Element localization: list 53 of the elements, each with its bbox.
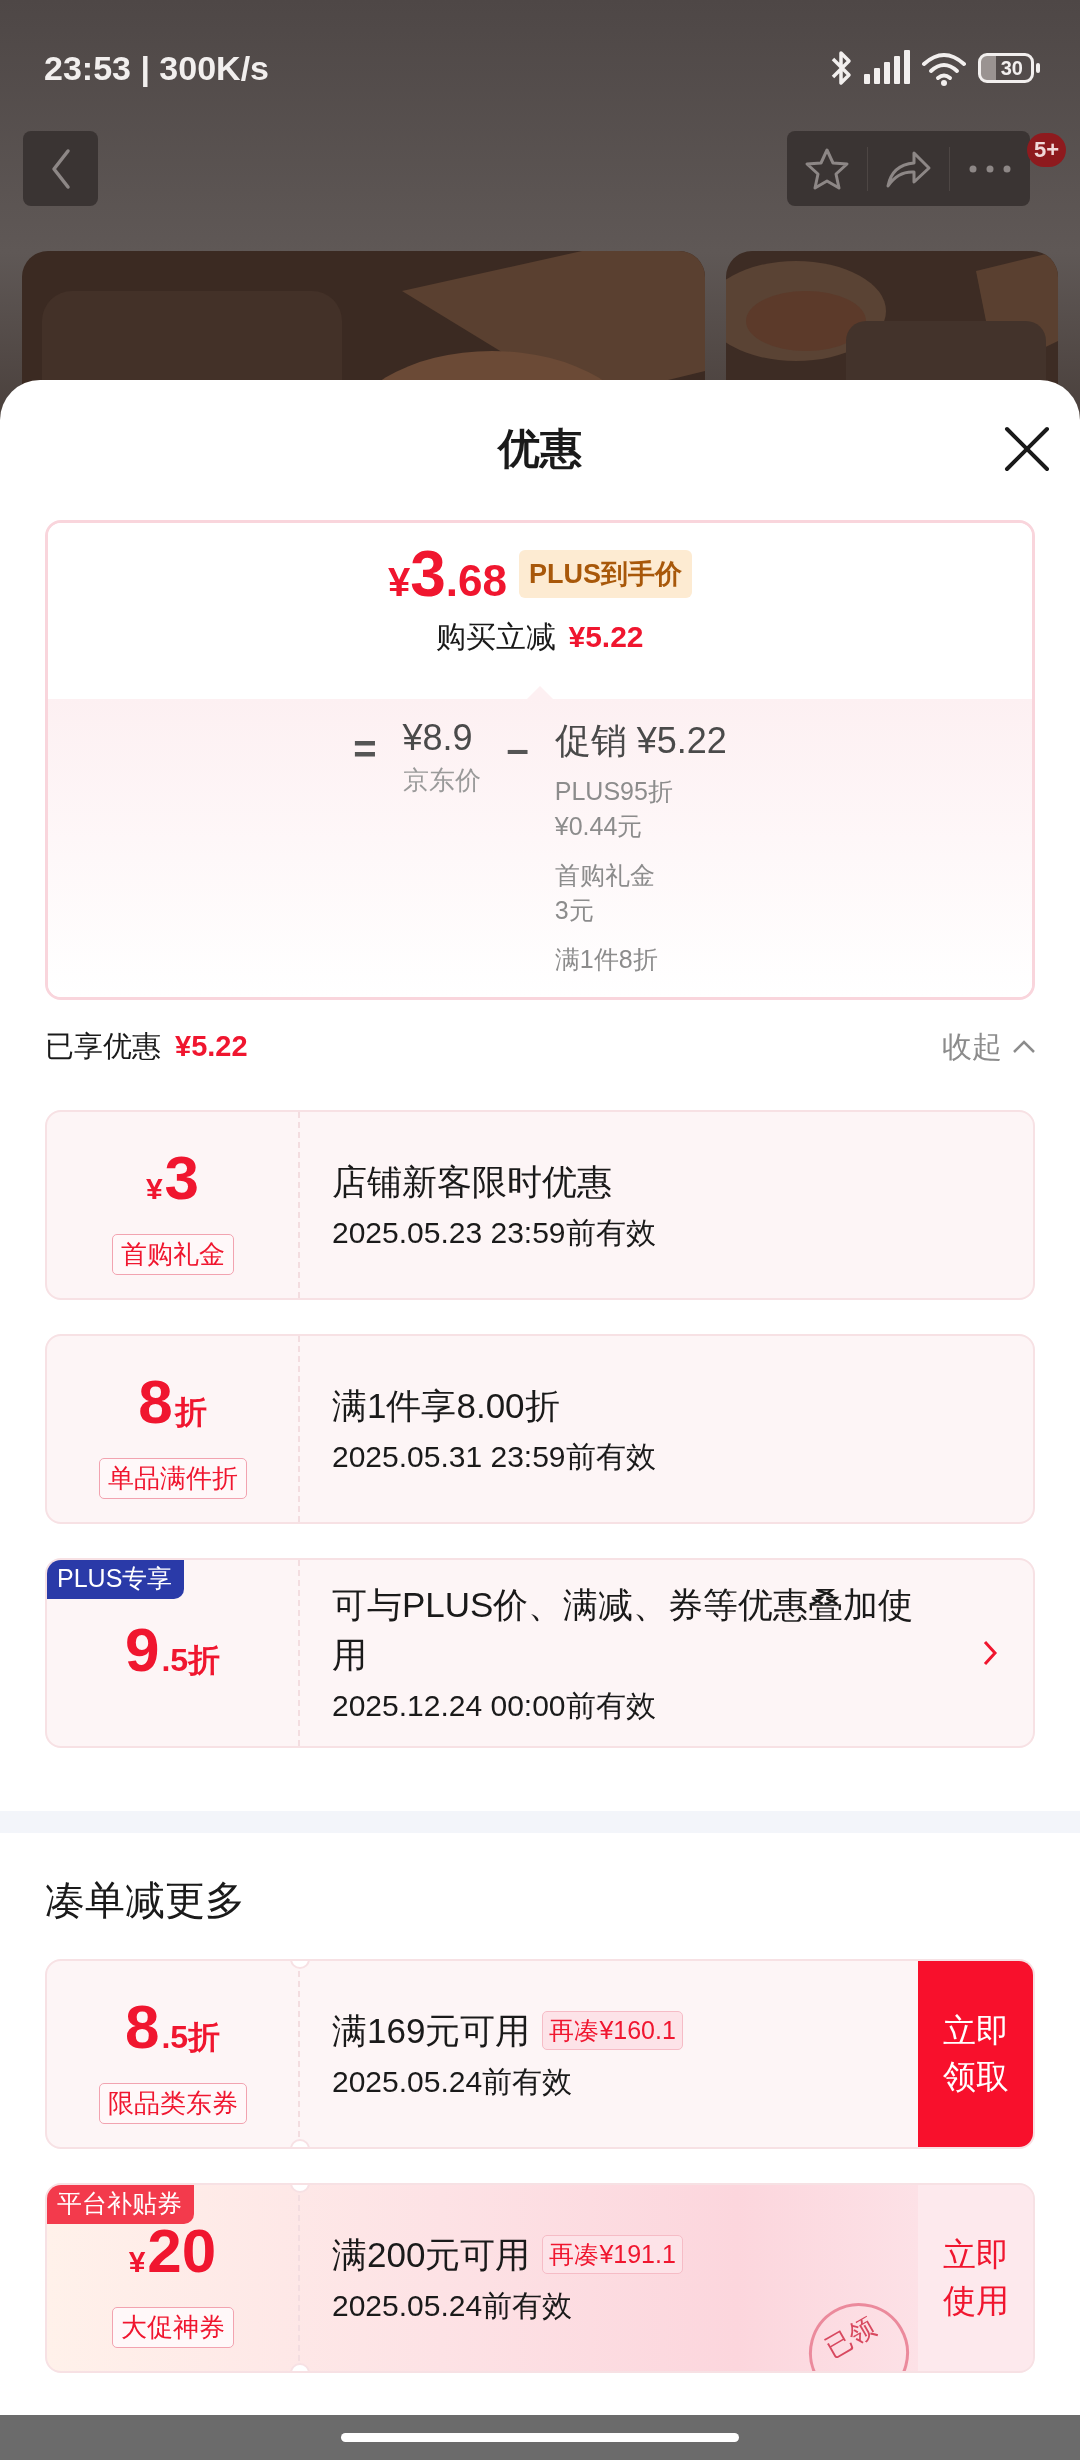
promo-amount: 3元 xyxy=(554,895,595,926)
coupon-title: 店铺新客限时优惠 xyxy=(332,1160,612,1203)
corner-tag: 平台补贴券 xyxy=(47,2185,194,2224)
star-icon xyxy=(804,146,851,191)
promo-amount: ¥0.44元 xyxy=(554,811,644,842)
final-price: ¥3.68 xyxy=(388,537,507,611)
base-price-label: 京东价 xyxy=(402,764,481,797)
promo-name: 首购礼金 xyxy=(554,860,656,891)
bluetooth-icon xyxy=(829,48,852,88)
coupon-expiry: 2025.05.31 23:59前有效 xyxy=(332,1438,657,1475)
coupon-type-tag: 首购礼金 xyxy=(111,1233,234,1275)
notification-badge: 5+ xyxy=(1026,133,1066,167)
promo-name: PLUS95折 xyxy=(554,776,674,807)
coupon-type-tag: 限品类东券 xyxy=(98,2082,247,2124)
coupon-title: 满1件享8.00折 xyxy=(332,1384,560,1427)
coupon-title: 满200元可用 xyxy=(332,2233,531,2276)
back-button[interactable] xyxy=(23,131,98,206)
coupon-value: 8折 xyxy=(138,1369,207,1438)
promo-heading: 促销 ¥5.22 xyxy=(554,719,727,763)
coupon-value: ¥3 xyxy=(145,1145,200,1214)
battery-level: 30 xyxy=(977,53,1034,83)
minus-sign: – xyxy=(506,729,529,773)
wifi-icon xyxy=(919,50,968,86)
coupon-expiry: 2025.05.23 23:59前有效 xyxy=(332,1214,657,1251)
coupon-expiry: 2025.05.24前有效 xyxy=(332,2063,574,2100)
coupon-type-tag: 大促神券 xyxy=(111,2306,234,2348)
claim-button[interactable]: 立即领取 xyxy=(918,1961,1033,2147)
signal-icon xyxy=(861,50,910,86)
coupon-title: 可与PLUS价、满减、券等优惠叠加使用 xyxy=(332,1583,915,1676)
promo-name: 满1件8折 xyxy=(554,944,659,975)
coupon-value: 9.5折 xyxy=(124,1618,221,1686)
more-icon xyxy=(967,163,1012,174)
price-tag: PLUS到手价 xyxy=(519,550,692,598)
remaining-amount-tag: 再凑¥160.1 xyxy=(542,2011,683,2050)
coupon-expiry: 2025.12.24 00:00前有效 xyxy=(332,1687,657,1724)
coupon-type-tag: 单品满件折 xyxy=(98,1457,247,1499)
equals-sign: = xyxy=(353,729,377,773)
sheet-title: 优惠 xyxy=(498,424,582,474)
close-button[interactable] xyxy=(1004,426,1050,472)
coupon-expiry: 2025.05.24前有效 xyxy=(332,2287,574,2324)
status-time: 23:53 | 300K/s xyxy=(44,48,269,88)
coupon-value: 8.5折 xyxy=(124,1994,221,2063)
corner-tag: PLUS专享 xyxy=(47,1560,185,1599)
saving-label: 购买立减 xyxy=(436,619,557,655)
coupon-title: 满169元可用 xyxy=(332,2009,531,2052)
section-title: 凑单减更多 xyxy=(44,1877,246,1923)
enjoyed-label: 已享优惠 xyxy=(45,1029,161,1064)
close-icon xyxy=(1004,426,1050,472)
remaining-amount-tag: 再凑¥191.1 xyxy=(542,2235,683,2274)
base-price: ¥8.9 xyxy=(402,717,474,759)
enjoyed-amount: ¥5.22 xyxy=(175,1030,248,1063)
collapse-toggle[interactable]: 收起 xyxy=(942,1026,1036,1068)
saving-amount: ¥5.22 xyxy=(568,620,644,654)
